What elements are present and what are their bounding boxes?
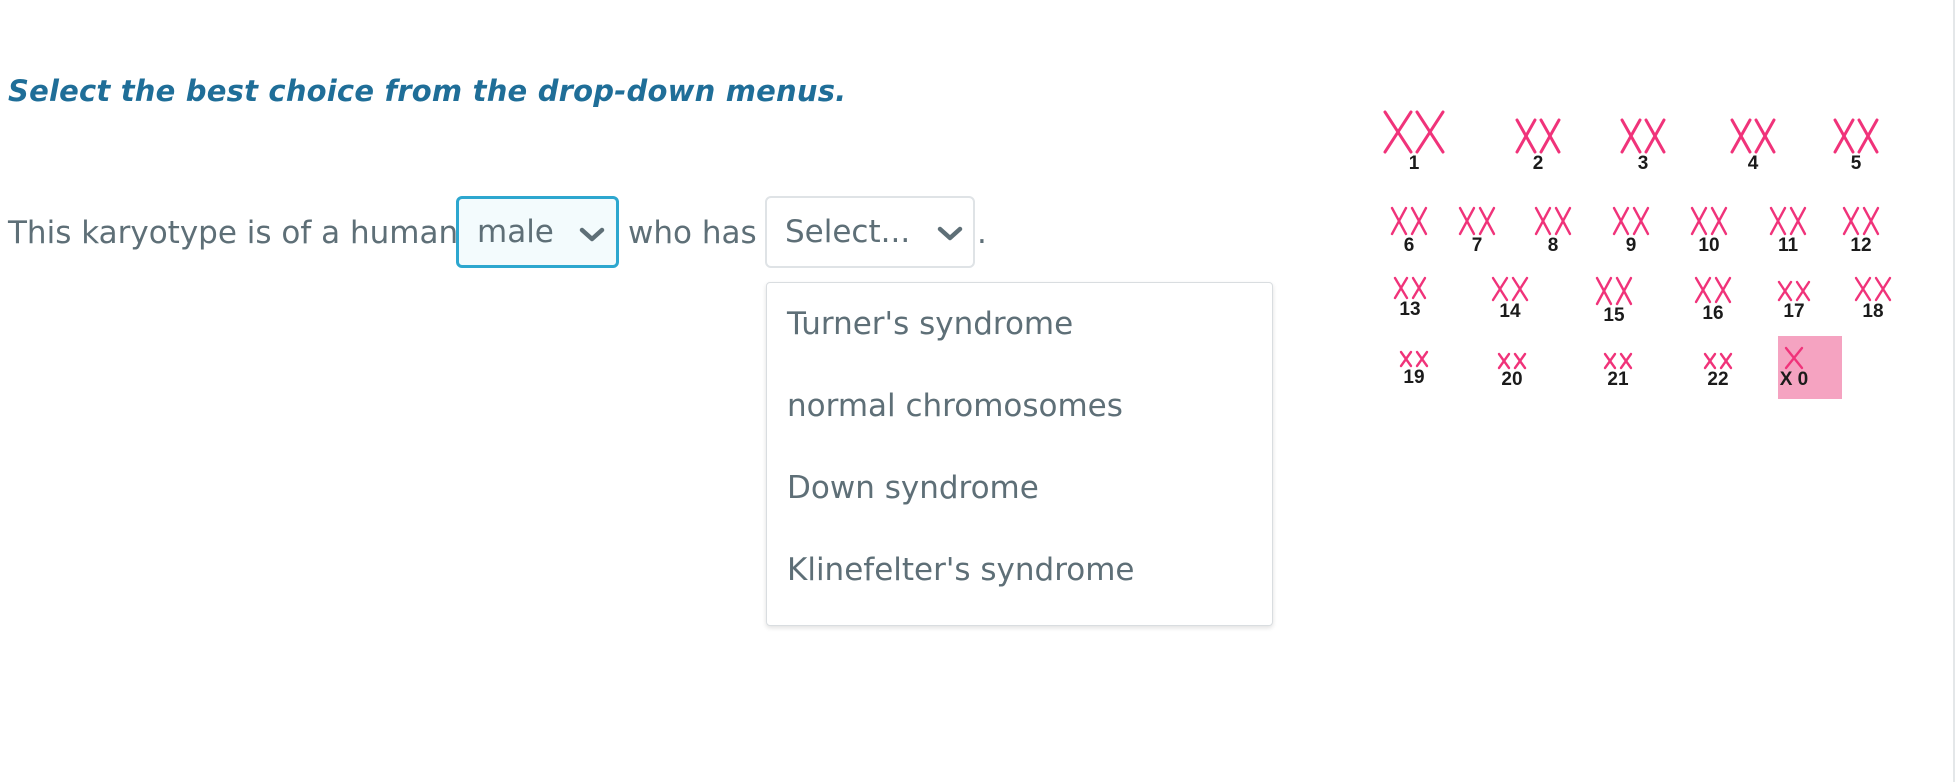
chromosome-glyph-icon [1497, 352, 1527, 370]
chromosome-number: 10 [1698, 235, 1720, 256]
chromosome-number: 3 [1637, 153, 1649, 174]
chromosome-glyph-icon [1390, 206, 1428, 236]
chromosome-21: 21 [1593, 352, 1643, 390]
chromosome-number: 8 [1547, 235, 1559, 256]
chromosome-glyph-icon [1393, 276, 1427, 300]
chromosome-1: 1 [1383, 110, 1445, 174]
chromosome-glyph-icon [1399, 350, 1429, 368]
chromosome-x0: X 0 [1769, 346, 1819, 390]
chromosome-number: 20 [1501, 369, 1523, 390]
chromosome-glyph-icon [1612, 206, 1650, 236]
chromosome-22: 22 [1693, 352, 1743, 390]
chromosome-number: 4 [1747, 153, 1759, 174]
chromosome-glyph-icon [1458, 206, 1496, 236]
condition-select[interactable]: Select... [765, 196, 975, 268]
instruction-text: Select the best choice from the drop-dow… [8, 74, 847, 108]
page-scroll-edge [1953, 0, 1955, 782]
chromosome-16: 16 [1688, 276, 1738, 324]
chromosome-15: 15 [1589, 276, 1639, 326]
chromosome-number: 17 [1783, 301, 1805, 322]
chromosome-9: 9 [1606, 206, 1656, 256]
chromosome-number: 11 [1777, 235, 1799, 256]
chromosome-glyph-icon [1784, 346, 1804, 370]
chromosome-number: 15 [1603, 305, 1625, 326]
chromosome-glyph-icon [1854, 276, 1892, 302]
condition-dropdown-menu: Turner's syndrome normal chromosomes Dow… [766, 282, 1273, 626]
option-normal-chromosomes[interactable]: normal chromosomes [767, 365, 1272, 447]
chromosome-17: 17 [1769, 280, 1819, 322]
chromosome-4: 4 [1728, 118, 1778, 174]
chromosome-number: 1 [1408, 153, 1420, 174]
chromosome-12: 12 [1836, 206, 1886, 256]
sex-select[interactable]: male [456, 196, 619, 268]
chromosome-number: 22 [1707, 369, 1729, 390]
chromosome-number: 6 [1403, 235, 1415, 256]
chromosome-glyph-icon [1603, 352, 1633, 370]
chromosome-6: 6 [1384, 206, 1434, 256]
chromosome-number: 14 [1499, 301, 1521, 322]
option-down-syndrome[interactable]: Down syndrome [767, 447, 1272, 529]
chromosome-number: 13 [1399, 299, 1421, 320]
chromosome-number: X 0 [1779, 369, 1809, 390]
chevron-down-icon [937, 226, 963, 241]
chromosome-glyph-icon [1534, 206, 1572, 236]
chromosome-10: 10 [1684, 206, 1734, 256]
chromosome-glyph-icon [1383, 110, 1445, 154]
chromosome-18: 18 [1848, 276, 1898, 322]
chromosome-number: 7 [1471, 235, 1483, 256]
chromosome-number: 5 [1850, 153, 1862, 174]
chromosome-glyph-icon [1620, 118, 1666, 154]
condition-select-value: Select... [785, 214, 911, 250]
chromosome-glyph-icon [1777, 280, 1811, 302]
sex-select-value: male [477, 214, 554, 250]
chromosome-number: 2 [1532, 153, 1544, 174]
chevron-down-icon [579, 227, 605, 242]
chromosome-glyph-icon [1769, 206, 1807, 236]
option-klinefelters-syndrome[interactable]: Klinefelter's syndrome [767, 529, 1272, 611]
chromosome-glyph-icon [1694, 276, 1732, 304]
chromosome-11: 11 [1763, 206, 1813, 256]
chromosome-number: 12 [1850, 235, 1872, 256]
chromosome-20: 20 [1487, 352, 1537, 390]
chromosome-number: 16 [1702, 303, 1724, 324]
chromosome-19: 19 [1389, 350, 1439, 388]
chromosome-glyph-icon [1491, 276, 1529, 302]
sentence-period: . [977, 215, 987, 251]
sentence-part-2: who has [628, 215, 757, 251]
chromosome-2: 2 [1513, 118, 1563, 174]
chromosome-glyph-icon [1833, 118, 1879, 154]
option-turners-syndrome[interactable]: Turner's syndrome [767, 283, 1272, 365]
chromosome-glyph-icon [1690, 206, 1728, 236]
chromosome-number: 18 [1862, 301, 1884, 322]
karyotype-image: 1 2 3 4 5 6 7 8 9 10 11 12 13 14 15 16 17 18 19 20 21 22 X 0 [1370, 100, 1910, 410]
chromosome-8: 8 [1528, 206, 1578, 256]
chromosome-number: 9 [1625, 235, 1637, 256]
chromosome-glyph-icon [1842, 206, 1880, 236]
chromosome-glyph-icon [1515, 118, 1561, 154]
chromosome-14: 14 [1485, 276, 1535, 322]
chromosome-13: 13 [1385, 276, 1435, 320]
chromosome-glyph-icon [1730, 118, 1776, 154]
chromosome-number: 19 [1403, 367, 1425, 388]
chromosome-number: 21 [1607, 369, 1629, 390]
chromosome-glyph-icon [1703, 352, 1733, 370]
chromosome-7: 7 [1452, 206, 1502, 256]
sentence-part-1: This karyotype is of a human [8, 215, 459, 251]
chromosome-5: 5 [1831, 118, 1881, 174]
chromosome-3: 3 [1618, 118, 1668, 174]
chromosome-glyph-icon [1595, 276, 1633, 306]
